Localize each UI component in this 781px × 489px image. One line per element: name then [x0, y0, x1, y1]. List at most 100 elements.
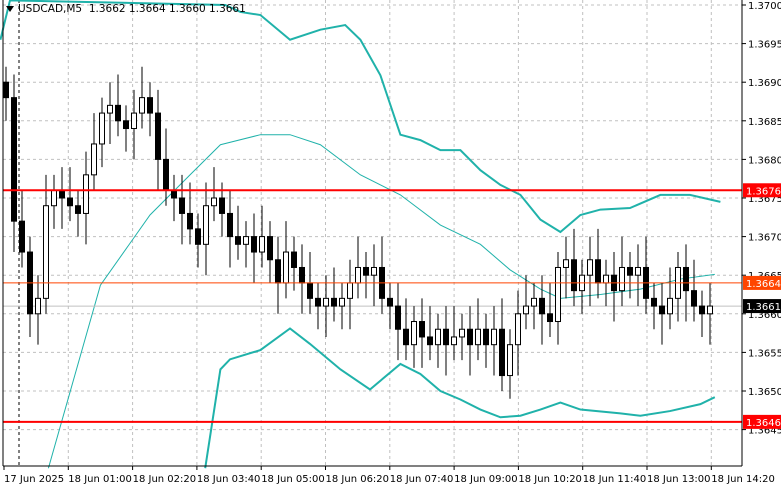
candle-body — [259, 236, 265, 253]
candle-body — [667, 297, 673, 315]
time-tick-label: 18 Jun 07:40 — [390, 474, 454, 485]
candle-body — [603, 274, 609, 284]
candle-body — [475, 328, 481, 346]
candle-body — [227, 212, 233, 238]
ohlc-label: 1.3662 1.3664 1.3660 1.3661 — [88, 3, 246, 15]
candle-body — [43, 205, 49, 299]
candle-body — [491, 328, 497, 346]
candle-body — [67, 197, 73, 207]
candle-body — [651, 297, 657, 307]
candle-body — [483, 328, 489, 346]
candle-body — [499, 328, 505, 377]
price-tick-label: 1.3695 — [748, 40, 781, 51]
time-tick-label: 18 Jun 09:00 — [454, 474, 518, 485]
candle-body — [523, 305, 529, 315]
candle-body — [107, 104, 113, 114]
chart-window[interactable]: 1.3700 1.3695 1.3690 1.3685 1.3680 1.3675 1.36… — [0, 0, 781, 489]
candle-body — [363, 266, 369, 276]
candle-body — [59, 189, 65, 199]
price-tick-label: 1.3685 — [748, 117, 781, 128]
candle-body — [659, 305, 665, 315]
candle-body — [539, 297, 545, 315]
candle-body — [283, 251, 289, 284]
candle-body — [691, 290, 697, 307]
candle-body — [515, 313, 521, 346]
candle-body — [235, 236, 241, 245]
candle-body — [179, 197, 185, 214]
candle-body — [203, 205, 209, 245]
candle-body — [251, 236, 257, 253]
candle-body — [35, 297, 41, 315]
candle-body — [459, 328, 465, 338]
time-tick-label: 18 Jun 13:00 — [647, 474, 711, 485]
price-tick-label: 1.3650 — [748, 387, 781, 398]
candle-body — [147, 97, 153, 114]
candle-body — [571, 259, 577, 292]
price-tick-label: 1.3680 — [748, 155, 781, 166]
candle-body — [219, 197, 225, 214]
candle-body — [315, 297, 321, 307]
price-chart[interactable]: 1.37001.36951.36901.36851.36801.36751.36… — [0, 0, 781, 489]
price-tick-label: 1.3670 — [748, 233, 781, 244]
candle-body — [435, 328, 441, 346]
candle-body — [627, 266, 633, 276]
candle-body — [507, 344, 513, 377]
level-price-label: 1.3676 — [746, 186, 781, 197]
symbol-label: USDCAD,M5 — [18, 3, 83, 15]
bid-price-label: 1.3661 — [746, 302, 781, 313]
candle-body — [387, 297, 393, 307]
candle-body — [187, 212, 193, 230]
price-tick-label: 1.3700 — [748, 1, 781, 12]
candle-body — [619, 266, 625, 292]
time-tick-label: 18 Jun 10:20 — [518, 474, 582, 485]
candle-body — [531, 297, 537, 307]
candle-body — [291, 251, 297, 268]
candle-body — [403, 328, 409, 346]
time-tick-label: 18 Jun 01:00 — [68, 474, 132, 485]
candle-body — [563, 259, 569, 268]
time-tick-label: 18 Jun 06:20 — [326, 474, 390, 485]
candle-body — [331, 297, 337, 307]
candle-body — [275, 259, 281, 284]
candle-body — [99, 112, 105, 145]
candle-body — [243, 236, 249, 245]
candle-body — [323, 297, 329, 307]
dropdown-triangle-icon[interactable] — [6, 6, 14, 12]
candle-body — [139, 97, 145, 114]
candle-body — [11, 97, 17, 222]
candle-body — [131, 112, 137, 130]
candle-body — [171, 189, 177, 199]
time-tick-label: 18 Jun 05:00 — [261, 474, 325, 485]
price-tick-label: 1.3690 — [748, 78, 781, 89]
candle-body — [395, 305, 401, 330]
chart-title: USDCAD,M5 1.3662 1.3664 1.3660 1.3661 — [18, 3, 246, 15]
level-price-label: 1.3664 — [746, 279, 781, 290]
candle-body — [195, 228, 201, 245]
bollinger-upper — [0, 0, 721, 234]
candle-body — [267, 236, 273, 261]
candle-body — [307, 282, 313, 299]
candle-body — [115, 104, 121, 122]
time-tick-label: 18 Jun 03:40 — [197, 474, 261, 485]
candle-body — [299, 266, 305, 284]
candle-body — [75, 205, 81, 214]
candle-body — [211, 197, 217, 207]
candle-body — [547, 313, 553, 323]
candle-body — [355, 266, 361, 284]
candle-body — [347, 282, 353, 299]
candle-body — [595, 259, 601, 284]
candle-body — [451, 336, 457, 346]
candle-body — [683, 266, 689, 292]
candle-body — [19, 220, 25, 253]
candle-body — [707, 305, 713, 315]
candle-body — [635, 266, 641, 276]
candle-body — [3, 81, 9, 99]
candle-body — [411, 321, 417, 346]
candle-body — [371, 266, 377, 276]
candle-body — [699, 305, 705, 315]
candle-body — [467, 328, 473, 346]
candle-body — [419, 321, 425, 338]
candle-body — [123, 120, 129, 130]
candle-body — [51, 189, 57, 207]
time-tick-label: 18 Jun 02:20 — [133, 474, 197, 485]
